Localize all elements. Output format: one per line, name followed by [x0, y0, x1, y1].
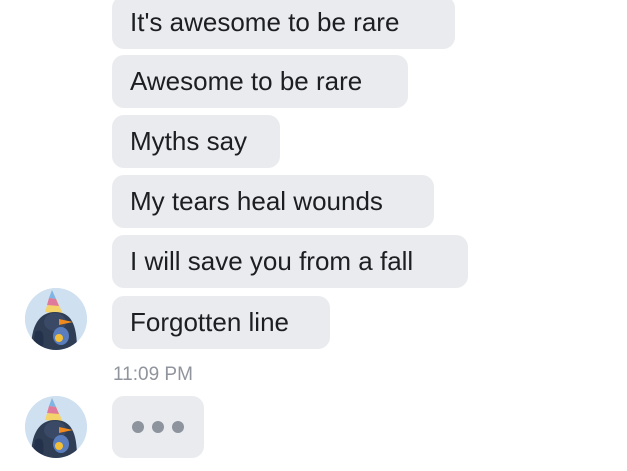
sender-avatar[interactable] — [25, 396, 87, 458]
typing-dot — [152, 421, 164, 433]
message-bubble[interactable]: It's awesome to be rare — [112, 0, 455, 49]
message-bubble[interactable]: Awesome to be rare — [112, 55, 408, 108]
penguin-avatar-icon — [25, 288, 87, 350]
penguin-avatar-icon — [25, 396, 87, 458]
message-bubble[interactable]: My tears heal wounds — [112, 175, 434, 228]
typing-dot — [172, 421, 184, 433]
typing-indicator — [112, 396, 204, 458]
message-bubble[interactable]: I will save you from a fall — [112, 235, 468, 288]
typing-dot — [132, 421, 144, 433]
message-bubble[interactable]: Myths say — [112, 115, 280, 168]
sender-avatar[interactable] — [25, 288, 87, 350]
message-bubble[interactable]: Forgotten line — [112, 296, 330, 349]
message-timestamp: 11:09 PM — [113, 364, 193, 385]
